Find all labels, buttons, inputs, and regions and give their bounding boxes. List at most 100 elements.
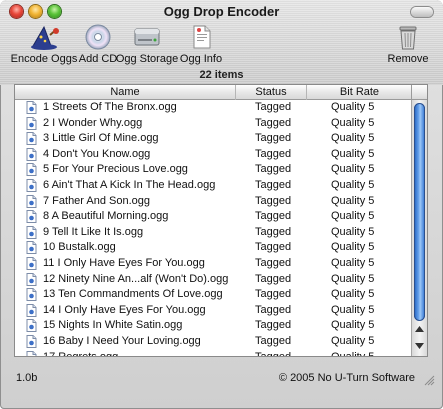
vertical-scrollbar[interactable] — [411, 100, 427, 356]
file-bitrate: Quality 5 — [331, 303, 375, 316]
copyright-label: © 2005 No U-Turn Software — [278, 372, 415, 384]
table-row[interactable]: 2 I Wonder Why.ogg Tagged Quality 5 — [15, 116, 412, 132]
ogg-file-icon — [26, 116, 37, 130]
encode-oggs-button[interactable]: Encode Oggs — [11, 22, 77, 66]
file-name: 9 Tell It Like It Is.ogg — [43, 225, 144, 238]
file-bitrate: Quality 5 — [331, 163, 375, 176]
scroll-up-arrow[interactable] — [412, 322, 427, 337]
table-row[interactable]: 13 Ten Commandments Of Love.ogg Tagged Qua… — [15, 287, 412, 303]
file-name: 6 Ain't That A Kick In The Head.ogg — [43, 179, 216, 191]
resize-grip-icon[interactable] — [423, 374, 435, 386]
status-bar: 1.0b © 2005 No U-Turn Software — [0, 368, 443, 388]
file-name: 11 I Only Have Eyes For You.ogg — [43, 257, 205, 269]
file-bitrate: Quality 5 — [331, 319, 375, 332]
drive-icon — [131, 22, 163, 52]
ogg-file-icon — [26, 179, 37, 192]
file-bitrate: Quality 5 — [331, 116, 375, 129]
file-name: 7 Father And Son.ogg — [43, 194, 151, 207]
toolbar-toggle-button[interactable] — [411, 7, 433, 17]
file-name: 5 For Your Precious Love.ogg — [43, 163, 188, 176]
file-status: Tagged — [255, 335, 292, 347]
file-bitrate: Quality 5 — [331, 179, 375, 191]
file-name: 8 A Beautiful Morning.ogg — [43, 210, 169, 223]
file-status: Tagged — [255, 303, 292, 316]
scroll-down-arrow[interactable] — [412, 338, 427, 353]
ogg-file-icon — [26, 319, 37, 333]
cd-icon — [82, 22, 114, 52]
file-name: 1 Streets Of The Bronx.ogg — [43, 101, 177, 113]
document-icon — [185, 22, 217, 52]
file-status: Tagged — [255, 241, 292, 254]
table-row[interactable]: 8 A Beautiful Morning.ogg Tagged Quality 5 — [15, 209, 412, 225]
table-row[interactable]: 11 I Only Have Eyes For You.ogg Tagged Qua… — [15, 256, 412, 272]
table-row[interactable]: 17 Regrets.ogg Tagged Quality 5 — [15, 350, 412, 356]
table-row[interactable]: 15 Nights In White Satin.ogg Tagged Qualit… — [15, 318, 412, 334]
file-status: Tagged — [255, 288, 292, 301]
file-bitrate: Quality 5 — [331, 288, 375, 301]
add-cd-button[interactable]: Add CD — [78, 22, 118, 66]
ogg-file-icon — [26, 303, 37, 317]
arrow-up-icon — [415, 326, 424, 332]
items-count: 22 items — [199, 69, 244, 81]
ogg-info-label: Ogg Info — [179, 53, 223, 65]
table-body: 1 Streets Of The Bronx.ogg Tagged Quality … — [15, 100, 412, 356]
file-name: 15 Nights In White Satin.ogg — [43, 319, 183, 332]
file-bitrate: Quality 5 — [331, 241, 375, 254]
file-bitrate: Quality 5 — [331, 335, 375, 347]
file-bitrate: Quality 5 — [331, 132, 375, 145]
file-bitrate: Quality 5 — [331, 225, 375, 238]
file-status: Tagged — [255, 257, 292, 269]
file-name: 16 Baby I Need Your Loving.ogg — [43, 335, 201, 347]
trash-icon — [392, 22, 424, 52]
table-row[interactable]: 10 Bustalk.ogg Tagged Quality 5 — [15, 240, 412, 256]
file-name: 4 Don't You Know.ogg — [43, 147, 151, 160]
file-table: Name Status Bit Rate 1 Streets Of The Br… — [14, 84, 428, 357]
file-bitrate: Quality 5 — [331, 351, 374, 356]
remove-label: Remove — [387, 53, 429, 65]
column-header-name[interactable]: Name — [15, 85, 236, 100]
column-header-bitrate[interactable]: Bit Rate — [307, 85, 412, 100]
remove-button[interactable]: Remove — [388, 22, 428, 66]
file-name: 2 I Wonder Why.ogg — [43, 116, 143, 129]
table-row[interactable]: 4 Don't You Know.ogg Tagged Quality 5 — [15, 147, 412, 163]
table-header: Name Status Bit Rate — [15, 85, 412, 100]
ogg-storage-button[interactable]: Ogg Storage — [115, 22, 179, 66]
table-row[interactable]: 14 I Only Have Eyes For You.ogg Tagged Qua… — [15, 303, 412, 319]
ogg-file-icon — [26, 257, 37, 270]
version-label: 1.0b — [16, 372, 38, 384]
file-bitrate: Quality 5 — [331, 194, 375, 207]
ogg-file-icon — [26, 350, 37, 356]
ogg-file-icon — [26, 194, 37, 208]
table-row[interactable]: 7 Father And Son.ogg Tagged Quality 5 — [15, 194, 412, 210]
ogg-storage-label: Ogg Storage — [115, 53, 179, 65]
table-row[interactable]: 3 Little Girl Of Mine.ogg Tagged Quality 5 — [15, 131, 412, 147]
file-name: 13 Ten Commandments Of Love.ogg — [43, 288, 223, 301]
file-status: Tagged — [255, 132, 292, 145]
column-header-status[interactable]: Status — [236, 85, 307, 100]
file-status: Tagged — [255, 179, 292, 191]
table-row[interactable]: 9 Tell It Like It Is.ogg Tagged Quality 5 — [15, 225, 412, 241]
file-status: Tagged — [255, 147, 292, 160]
ogg-file-icon — [26, 163, 37, 177]
title-bar[interactable]: Ogg Drop Encoder — [0, 0, 443, 22]
file-status: Tagged — [255, 194, 292, 207]
ogg-file-icon — [26, 101, 37, 114]
file-status: Tagged — [255, 351, 291, 356]
ogg-file-icon — [26, 225, 37, 239]
file-bitrate: Quality 5 — [331, 257, 375, 269]
table-row[interactable]: 1 Streets Of The Bronx.ogg Tagged Quality … — [15, 100, 412, 116]
table-row[interactable]: 12 Ninety Nine An...alf (Won't Do).ogg Ta… — [15, 272, 412, 288]
file-status: Tagged — [255, 163, 292, 176]
table-row[interactable]: 5 For Your Precious Love.ogg Tagged Qualit… — [15, 162, 412, 178]
table-row[interactable]: 6 Ain't That A Kick In The Head.ogg Tagge… — [15, 178, 412, 194]
ogg-info-button[interactable]: Ogg Info — [178, 22, 224, 66]
scroll-thumb[interactable] — [414, 103, 425, 321]
file-bitrate: Quality 5 — [331, 272, 375, 285]
ogg-file-icon — [26, 288, 37, 302]
window-title: Ogg Drop Encoder — [163, 4, 280, 19]
header-corner — [411, 85, 427, 100]
table-row[interactable]: 16 Baby I Need Your Loving.ogg Tagged Qual… — [15, 334, 412, 350]
file-status: Tagged — [255, 116, 292, 129]
arrow-down-icon — [415, 343, 424, 349]
file-bitrate: Quality 5 — [331, 210, 375, 223]
